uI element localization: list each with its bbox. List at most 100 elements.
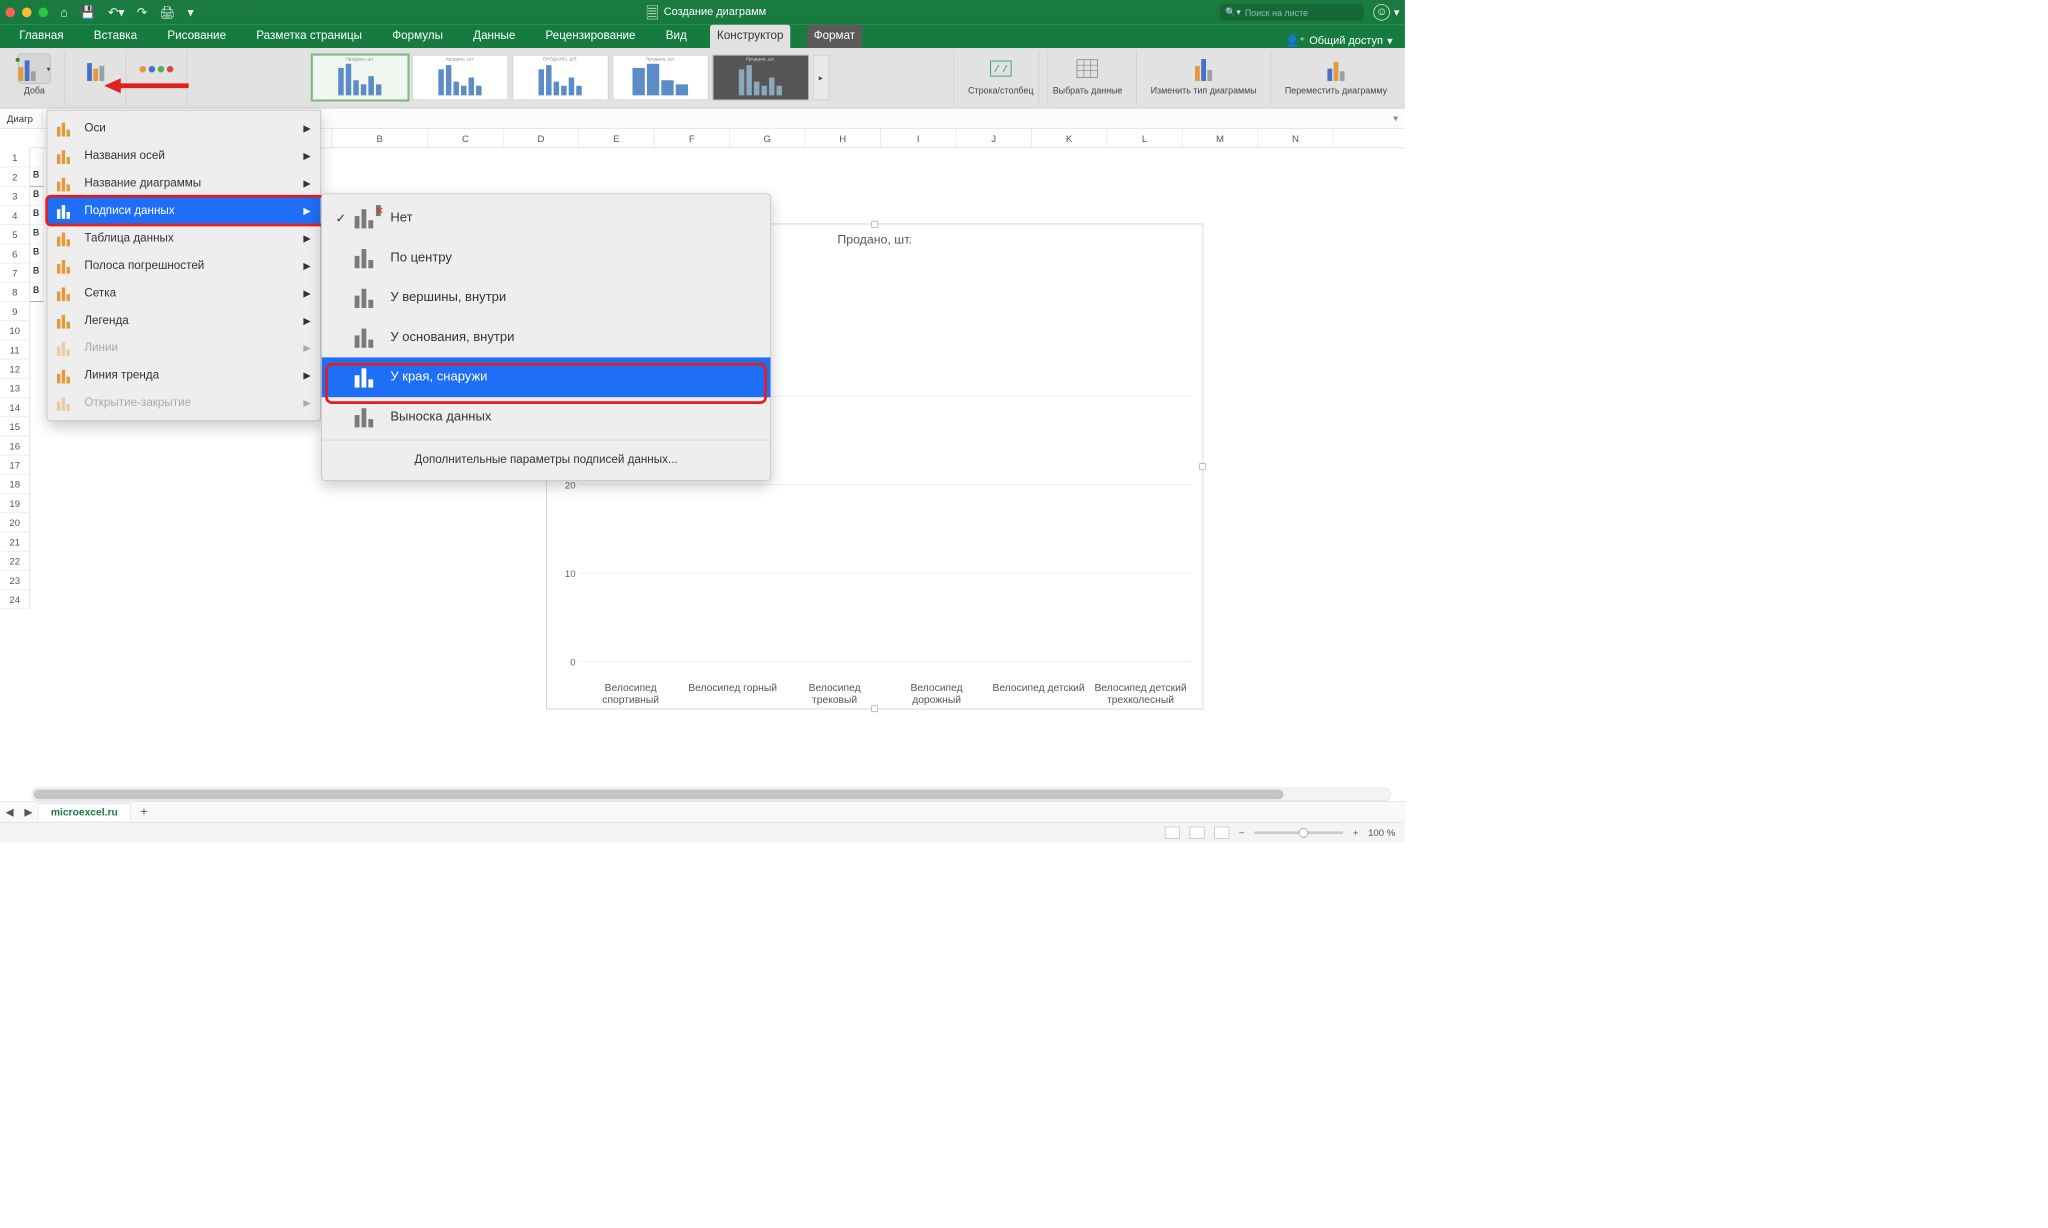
maximize-window-icon[interactable]: [38, 8, 48, 18]
chart-style-4[interactable]: Продано, шт.: [612, 55, 708, 100]
row-header[interactable]: 16: [0, 436, 30, 455]
col-header-L[interactable]: L: [1107, 129, 1182, 148]
add-sheet-button[interactable]: +: [131, 805, 157, 819]
col-header-N[interactable]: N: [1258, 129, 1333, 148]
col-header-F[interactable]: F: [654, 129, 729, 148]
sheet-nav-next-icon[interactable]: ▶: [19, 806, 38, 818]
row-header[interactable]: 6: [0, 244, 30, 263]
col-header-M[interactable]: M: [1183, 129, 1258, 148]
tab-draw[interactable]: Рисование: [160, 25, 232, 48]
row-header[interactable]: 11: [0, 340, 30, 359]
page-break-view-icon[interactable]: [1214, 826, 1229, 838]
submenu-inside-end[interactable]: У вершины, внутри: [322, 278, 771, 318]
col-header-D[interactable]: D: [504, 129, 579, 148]
submenu-more-options[interactable]: Дополнительные параметры подписей данных…: [322, 443, 771, 476]
submenu-none[interactable]: ✓✕Нет: [322, 198, 771, 238]
print-icon[interactable]: 🖨: [160, 5, 176, 19]
tab-review[interactable]: Рецензирование: [539, 25, 643, 48]
tab-data[interactable]: Данные: [466, 25, 522, 48]
zoom-out-button[interactable]: −: [1239, 827, 1245, 838]
normal-view-icon[interactable]: [1165, 826, 1180, 838]
slider-knob[interactable]: [1299, 828, 1309, 838]
menu-axes[interactable]: Оси▶: [47, 115, 320, 142]
search-input[interactable]: 🔍▾ Поиск на листе: [1220, 4, 1364, 20]
add-chart-element-button[interactable]: ● ▾ Доба: [14, 52, 55, 103]
row-header[interactable]: 4: [0, 206, 30, 225]
qat-dropdown-icon[interactable]: ▾: [188, 5, 194, 19]
change-chart-type-button[interactable]: Изменить тип диаграммы: [1147, 52, 1261, 103]
menu-legend[interactable]: Легенда▶: [47, 307, 320, 334]
close-window-icon[interactable]: [5, 8, 15, 18]
submenu-center[interactable]: По центру: [322, 238, 771, 278]
page-layout-view-icon[interactable]: [1189, 826, 1204, 838]
tab-formulas[interactable]: Формулы: [385, 25, 449, 48]
row-header[interactable]: 19: [0, 494, 30, 513]
row-header[interactable]: 8: [0, 283, 30, 302]
col-header-B[interactable]: B: [332, 129, 428, 148]
menu-data-labels[interactable]: Подписи данных▶: [47, 197, 320, 224]
resize-handle[interactable]: [1199, 463, 1206, 470]
menu-error-bars[interactable]: Полоса погрешностей▶: [47, 252, 320, 279]
row-header[interactable]: 17: [0, 456, 30, 475]
zoom-in-button[interactable]: +: [1353, 827, 1359, 838]
scrollbar-thumb[interactable]: [34, 790, 1284, 800]
row-header[interactable]: 15: [0, 417, 30, 436]
share-button[interactable]: 👤⁺Общий доступ ▾: [1286, 34, 1393, 48]
undo-icon[interactable]: ↶▾: [108, 5, 125, 19]
row-header[interactable]: 9: [0, 302, 30, 321]
col-header-J[interactable]: J: [956, 129, 1031, 148]
redo-icon[interactable]: ↷: [137, 5, 147, 19]
col-header-C[interactable]: C: [428, 129, 503, 148]
row-header[interactable]: 24: [0, 590, 30, 609]
menu-gridlines[interactable]: Сетка▶: [47, 279, 320, 306]
submenu-outside-end[interactable]: У края, снаружи: [322, 357, 771, 397]
zoom-level[interactable]: 100 %: [1368, 827, 1395, 838]
home-icon[interactable]: ⌂: [60, 5, 67, 19]
row-header[interactable]: 18: [0, 475, 30, 494]
tab-home[interactable]: Главная: [12, 25, 70, 48]
menu-chart-title[interactable]: Название диаграммы▶: [47, 169, 320, 196]
sheet-tab[interactable]: microexcel.ru: [38, 803, 131, 821]
chart-style-5[interactable]: Продано, шт.: [712, 55, 808, 100]
row-header[interactable]: 21: [0, 532, 30, 551]
col-header-I[interactable]: I: [881, 129, 956, 148]
row-header[interactable]: 12: [0, 359, 30, 378]
menu-trendline[interactable]: Линия тренда▶: [47, 362, 320, 389]
save-icon[interactable]: 💾: [80, 5, 95, 19]
row-header[interactable]: 14: [0, 398, 30, 417]
chart-style-3[interactable]: ПРОДАНО, ШТ.: [512, 55, 608, 100]
submenu-data-callout[interactable]: Выноска данных: [322, 397, 771, 437]
resize-handle[interactable]: [871, 221, 878, 228]
zoom-slider[interactable]: [1254, 831, 1343, 834]
tab-format[interactable]: Формат: [807, 25, 862, 48]
col-header-H[interactable]: H: [805, 129, 880, 148]
row-header[interactable]: 10: [0, 321, 30, 340]
col-header-E[interactable]: E: [579, 129, 654, 148]
tab-view[interactable]: Вид: [659, 25, 694, 48]
horizontal-scrollbar[interactable]: [32, 788, 1392, 802]
row-header[interactable]: 23: [0, 571, 30, 590]
switch-row-column-button[interactable]: Строка/столбец: [964, 52, 1038, 103]
minimize-window-icon[interactable]: [22, 8, 32, 18]
row-header[interactable]: 22: [0, 552, 30, 571]
row-header[interactable]: 2: [0, 167, 30, 186]
select-data-button[interactable]: Выбрать данные: [1049, 52, 1127, 103]
row-header[interactable]: 13: [0, 379, 30, 398]
chart-style-1[interactable]: Продано, шт.: [312, 55, 408, 100]
avatar-dropdown-icon[interactable]: ▾: [1394, 5, 1400, 19]
tab-chart-design[interactable]: Конструктор: [710, 25, 790, 48]
row-header[interactable]: 1: [0, 148, 30, 167]
user-avatar-icon[interactable]: ☺: [1373, 4, 1389, 20]
name-box[interactable]: Диагр: [4, 110, 42, 126]
tab-insert[interactable]: Вставка: [87, 25, 144, 48]
menu-axis-titles[interactable]: Названия осей▶: [47, 142, 320, 169]
row-header[interactable]: 20: [0, 513, 30, 532]
row-header[interactable]: 7: [0, 263, 30, 282]
row-header[interactable]: 3: [0, 187, 30, 206]
row-header[interactable]: 5: [0, 225, 30, 244]
submenu-inside-base[interactable]: У основания, внутри: [322, 318, 771, 358]
formula-bar-expand-icon[interactable]: ▾: [1393, 113, 1405, 125]
menu-data-table[interactable]: Таблица данных▶: [47, 224, 320, 251]
move-chart-button[interactable]: Переместить диаграмму: [1281, 52, 1391, 103]
chart-style-2[interactable]: продано, шт.: [412, 55, 508, 100]
